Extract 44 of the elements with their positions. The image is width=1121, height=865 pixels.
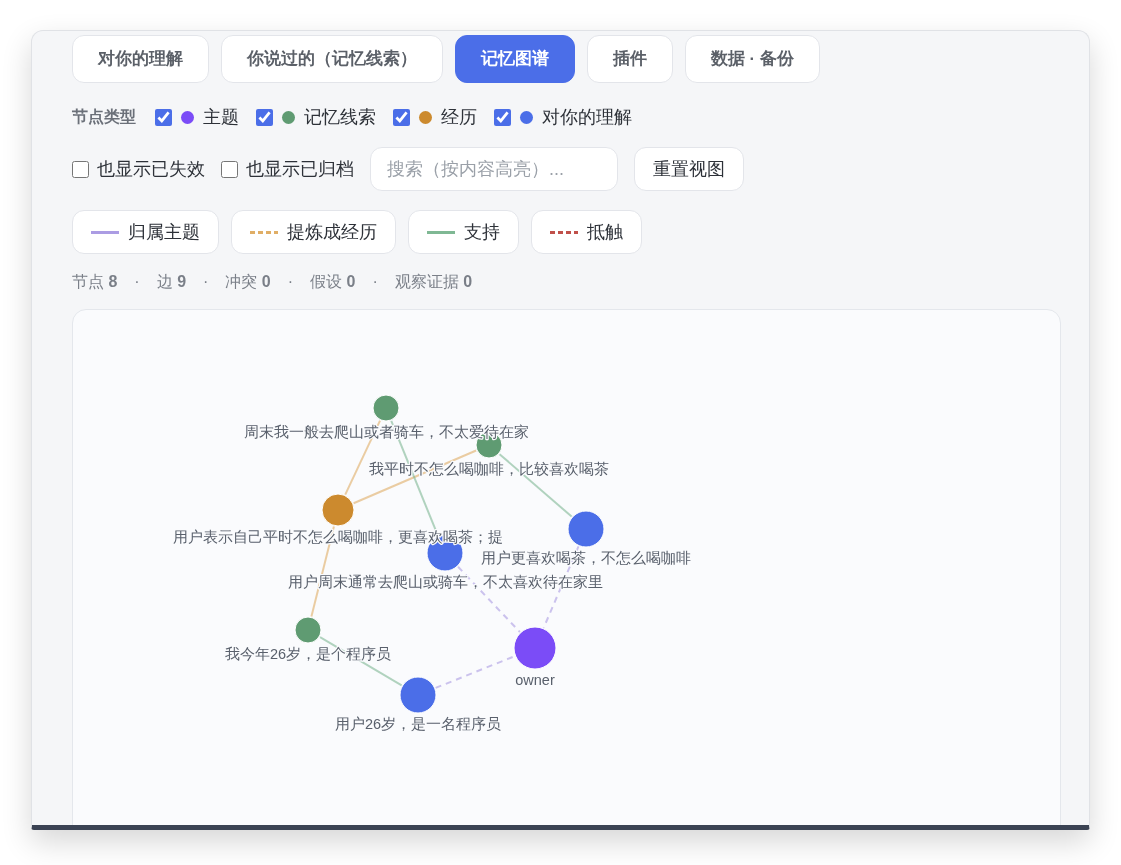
tab[interactable]: 插件: [587, 35, 673, 83]
option-checkbox[interactable]: [72, 160, 89, 178]
separator-dot: ·: [372, 273, 378, 291]
separator-dot: ·: [287, 273, 294, 291]
node-label: 用户26岁，是一名程序员: [334, 716, 502, 732]
type-label[interactable]: 记忆线索: [304, 105, 376, 129]
stat-text: 节点 8: [72, 271, 118, 292]
node-label: 我今年26岁，是个程序员: [224, 646, 392, 662]
stat-text: 观察证据 0: [394, 271, 473, 292]
filter-label: 节点类型: [72, 106, 136, 127]
option-label[interactable]: 也显示已失效: [97, 157, 205, 181]
node-label: 用户周末通常去爬山或骑车，不太喜欢待在家里: [287, 574, 603, 590]
node-label: owner: [515, 672, 555, 688]
graph-node[interactable]: [513, 626, 557, 670]
graph-node[interactable]: [567, 510, 605, 548]
edge-legend-button[interactable]: 提炼成经历: [231, 210, 396, 254]
separator-dot: ·: [134, 273, 140, 291]
tab[interactable]: 对你的理解: [72, 35, 209, 83]
graph-node[interactable]: [399, 676, 437, 714]
type-label[interactable]: 主题: [203, 105, 239, 129]
stat-text: 假设 0: [310, 271, 356, 292]
option-checkbox[interactable]: [221, 160, 238, 178]
reset-view-button[interactable]: 重置视图: [634, 147, 744, 191]
graph-node[interactable]: [294, 616, 322, 644]
type-label[interactable]: 经历: [441, 105, 477, 129]
tab[interactable]: 数据 · 备份: [685, 35, 820, 83]
type-checkbox[interactable]: [393, 108, 410, 126]
tab[interactable]: 你说过的（记忆线索）: [221, 35, 443, 83]
edge-legend-button[interactable]: 归属主题: [72, 210, 219, 254]
stat-text: 边 9: [156, 271, 187, 292]
node-label: 用户更喜欢喝茶，不怎么喝咖啡: [481, 550, 691, 566]
stat-text: 冲突 0: [225, 271, 271, 292]
tab[interactable]: 记忆图谱: [455, 35, 575, 83]
separator-dot: ·: [203, 273, 209, 291]
type-label[interactable]: 对你的理解: [542, 105, 632, 129]
type-checkbox[interactable]: [494, 108, 511, 126]
type-checkbox[interactable]: [256, 108, 273, 126]
edge-legend-button[interactable]: 抵触: [531, 210, 642, 254]
search-field[interactable]: 搜索（按内容高亮）...: [370, 147, 618, 191]
graph-node[interactable]: [321, 493, 355, 527]
edge-legend-button[interactable]: 支持: [408, 210, 519, 254]
graph-node[interactable]: [372, 394, 400, 422]
option-label[interactable]: 也显示已归档: [246, 157, 354, 181]
type-checkbox[interactable]: [155, 108, 172, 126]
